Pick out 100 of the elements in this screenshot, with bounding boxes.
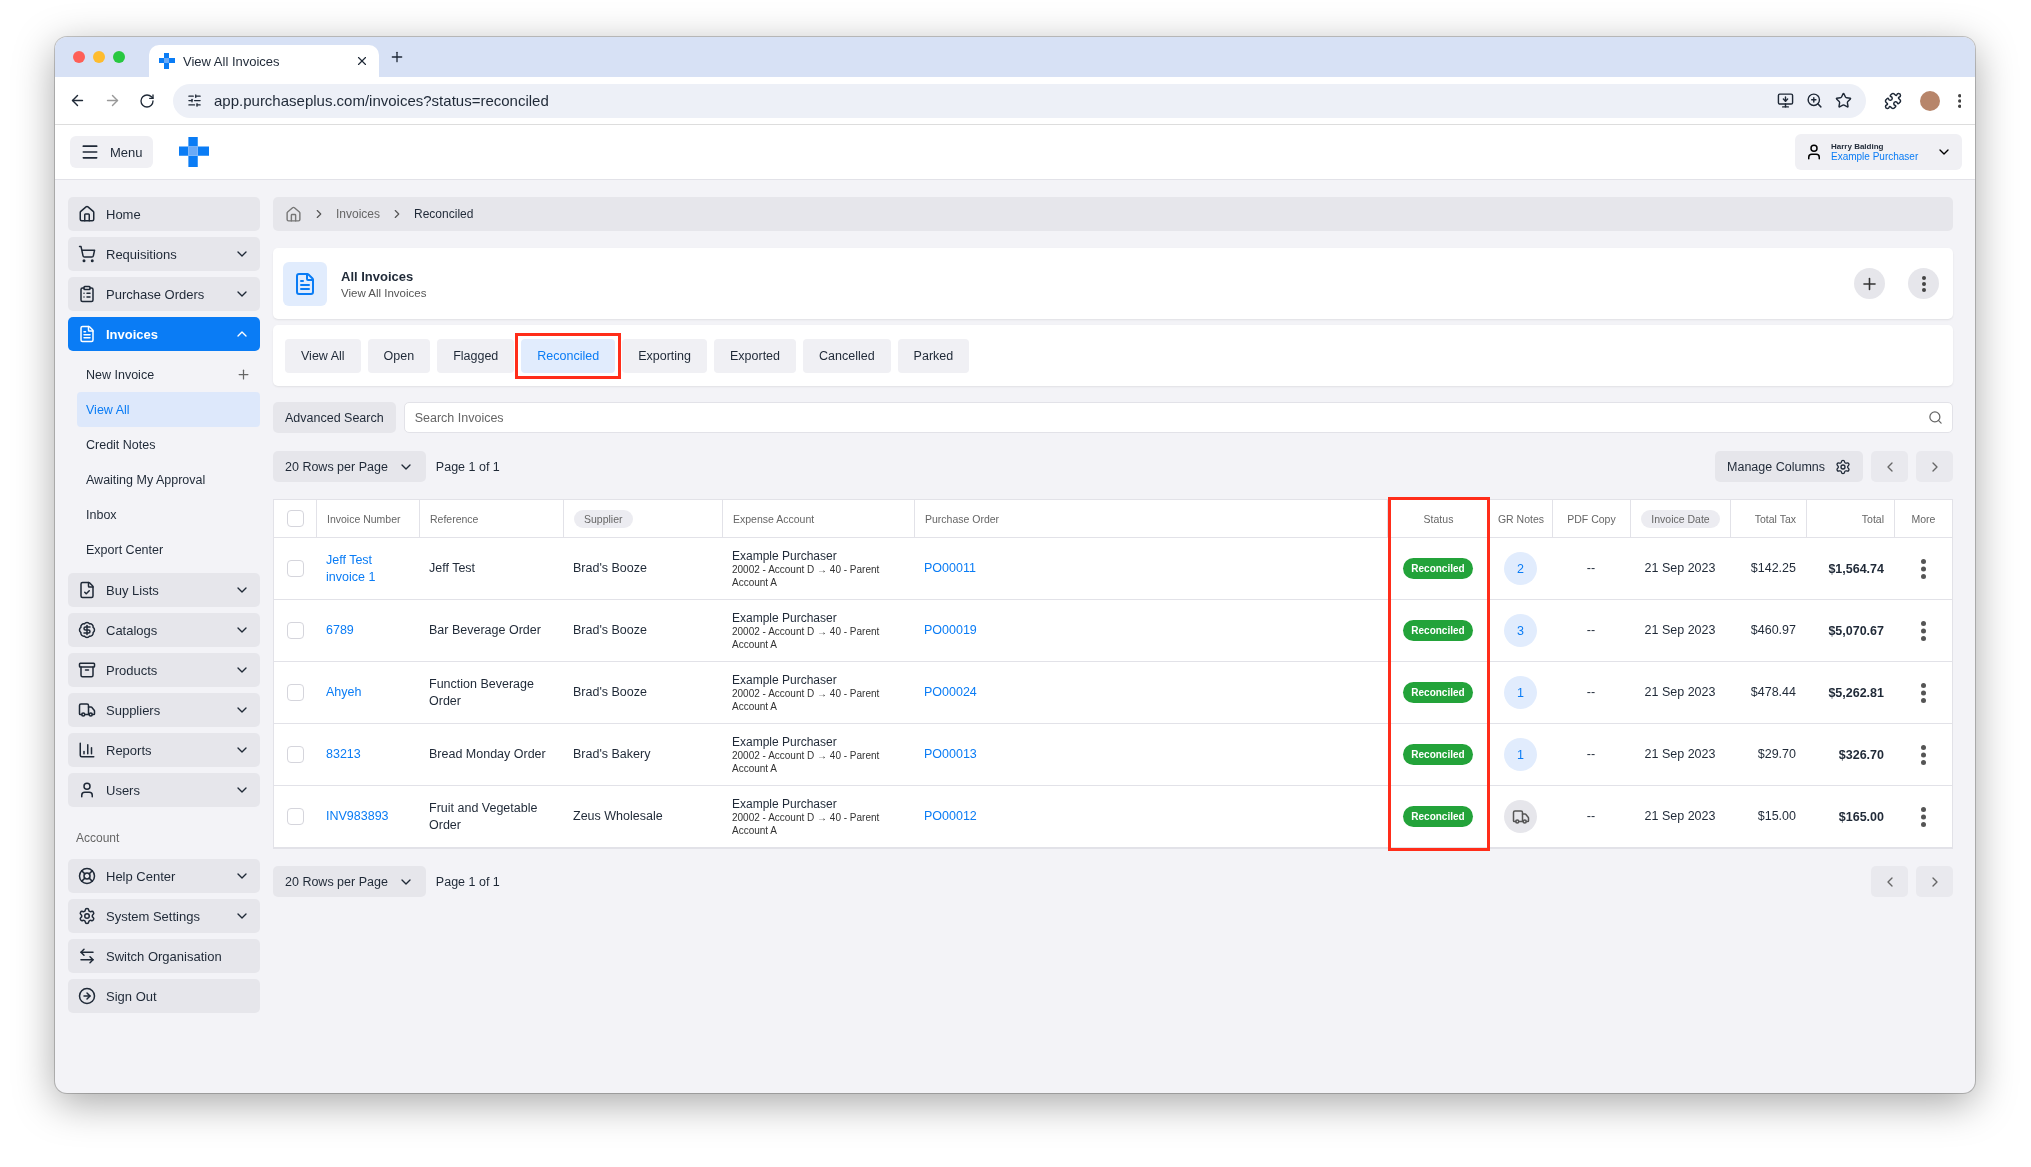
page-indicator: Page 1 of 1 (435, 874, 501, 889)
rows-per-page-dropdown[interactable]: 20 Rows per Page (273, 866, 426, 897)
filter-tab[interactable]: Exporting (622, 338, 707, 373)
more-icon[interactable] (1920, 806, 1926, 827)
advanced-search-button[interactable]: Advanced Search (273, 402, 396, 433)
settings-icon (78, 907, 96, 925)
column-header[interactable]: Total Tax (1754, 512, 1796, 525)
column-header[interactable]: Total (1861, 512, 1884, 525)
column-header[interactable]: More (1911, 512, 1936, 525)
invoice-link[interactable]: Ahyeh (326, 684, 362, 701)
purchase-order-link[interactable]: PO00019 (924, 622, 977, 639)
more-button[interactable] (1908, 268, 1939, 299)
sidebar-item[interactable]: System Settings (68, 899, 260, 933)
manage-columns-button[interactable]: Manage Columns (1715, 451, 1863, 482)
browser-tab[interactable]: View All Invoices (149, 45, 379, 77)
sidebar-item[interactable]: Products (68, 653, 260, 687)
sidebar-item[interactable]: Reports (68, 733, 260, 767)
gr-notes-count[interactable]: 1 (1504, 676, 1537, 709)
sidebar-item[interactable]: Home (68, 197, 260, 231)
sidebar-subitem[interactable]: Credit Notes (77, 427, 260, 462)
account-name: Example Purchaser (732, 548, 838, 563)
filter-tab[interactable]: View All (285, 338, 361, 373)
sidebar-subitem[interactable]: Export Center (77, 532, 260, 567)
invoice-link[interactable]: 83213 (326, 746, 361, 763)
search-field[interactable]: Search Invoices (403, 402, 1953, 433)
filter-tab[interactable]: Flagged (437, 338, 515, 373)
more-icon[interactable] (1920, 744, 1926, 765)
column-header[interactable]: GR Notes (1497, 512, 1545, 525)
row-checkbox[interactable] (286, 808, 304, 825)
breadcrumb-link[interactable]: Reconciled (414, 207, 474, 221)
user-menu[interactable]: Harry Balding Example Purchaser (1795, 134, 1962, 170)
sidebar-item[interactable]: Users (68, 773, 260, 807)
purchase-order-link[interactable]: PO00011 (924, 560, 976, 577)
page-subtitle: View All Invoices (341, 286, 428, 299)
row-checkbox[interactable] (286, 560, 304, 577)
window-close-button[interactable] (73, 51, 85, 63)
column-header[interactable]: Supplier (574, 509, 633, 528)
column-header[interactable]: Invoice Number (327, 512, 401, 525)
row-checkbox[interactable] (286, 684, 304, 701)
page-indicator: Page 1 of 1 (435, 459, 501, 474)
purchase-order-link[interactable]: PO00024 (924, 684, 977, 701)
more-icon[interactable] (1920, 620, 1926, 641)
select-all-checkbox[interactable] (286, 510, 304, 527)
add-button[interactable] (1854, 268, 1885, 299)
sidebar-subitem[interactable]: New Invoice (77, 357, 260, 392)
column-header[interactable]: Invoice Date (1641, 509, 1720, 528)
window-zoom-button[interactable] (113, 51, 125, 63)
site-logo-icon (159, 53, 175, 69)
filter-tab[interactable]: Exported (714, 338, 796, 373)
sidebar-item[interactable]: Buy Lists (68, 573, 260, 607)
clipboard-icon (78, 285, 96, 303)
purchase-order-link[interactable]: PO00013 (924, 746, 977, 763)
next-page-button[interactable] (1916, 866, 1953, 897)
more-icon[interactable] (1920, 682, 1926, 703)
sidebar-item[interactable]: Invoices (68, 317, 260, 351)
invoice-link[interactable]: INV983893 (326, 808, 389, 825)
table-cell-text: Fruit and Vegetable Order (429, 800, 539, 833)
table-cell: $29.70 (1757, 746, 1796, 763)
table-cell-text: Function Beverage Order (429, 676, 535, 709)
profile-avatar[interactable] (1919, 90, 1940, 111)
more-icon[interactable] (1920, 558, 1926, 579)
column-header[interactable]: Expense Account (733, 512, 815, 525)
sidebar-item[interactable]: Sign Out (68, 979, 260, 1013)
filter-tab[interactable]: Parked (897, 338, 970, 373)
menu-button[interactable]: Menu (70, 136, 153, 168)
column-header[interactable]: Reference (430, 512, 479, 525)
bookmark-icon (1834, 92, 1852, 109)
column-header[interactable]: PDF Copy (1567, 512, 1616, 525)
sidebar-item[interactable]: Switch Organisation (68, 939, 260, 973)
column-header[interactable]: Purchase Order (925, 512, 1000, 525)
breadcrumb-link[interactable]: Invoices (336, 207, 381, 221)
document-icon (283, 261, 327, 306)
account-name: Example Purchaser (732, 672, 838, 687)
sidebar-item[interactable]: Purchase Orders (68, 277, 260, 311)
gr-notes-count[interactable]: 1 (1504, 738, 1537, 771)
address-bar[interactable]: app.purchaseplus.com/invoices?status=reconciled (173, 83, 1866, 118)
row-checkbox[interactable] (286, 622, 304, 639)
status-badge: Reconciled (1403, 744, 1473, 765)
sidebar-item[interactable]: Help Center (68, 859, 260, 893)
invoice-link[interactable]: 6789 (326, 622, 354, 639)
sidebar-item[interactable]: Requisitions (68, 237, 260, 271)
filter-tab[interactable]: Cancelled (803, 338, 891, 373)
next-page-button[interactable] (1916, 451, 1953, 482)
window-minimize-button[interactable] (93, 51, 105, 63)
purchase-order-link[interactable]: PO00012 (924, 808, 977, 825)
filter-tab[interactable]: Open (367, 338, 431, 373)
truck-icon[interactable] (1504, 800, 1537, 833)
box-icon (78, 661, 96, 679)
invoice-link[interactable]: Jeff Test invoice 1 (326, 552, 409, 585)
sidebar-subitem[interactable]: Awaiting My Approval (77, 462, 260, 497)
sidebar-item[interactable]: Suppliers (68, 693, 260, 727)
rows-per-page-dropdown[interactable]: 20 Rows per Page (273, 451, 426, 482)
column-header[interactable]: Status (1423, 512, 1454, 525)
sidebar-item[interactable]: Catalogs (68, 613, 260, 647)
home-icon (285, 205, 302, 223)
row-checkbox[interactable] (286, 746, 304, 763)
previous-page-button[interactable] (1871, 451, 1908, 482)
sidebar-subitem[interactable]: Inbox (77, 497, 260, 532)
previous-page-button[interactable] (1871, 866, 1908, 897)
account-detail: 20002 - Account D → 40 - Parent Account A (732, 811, 881, 837)
